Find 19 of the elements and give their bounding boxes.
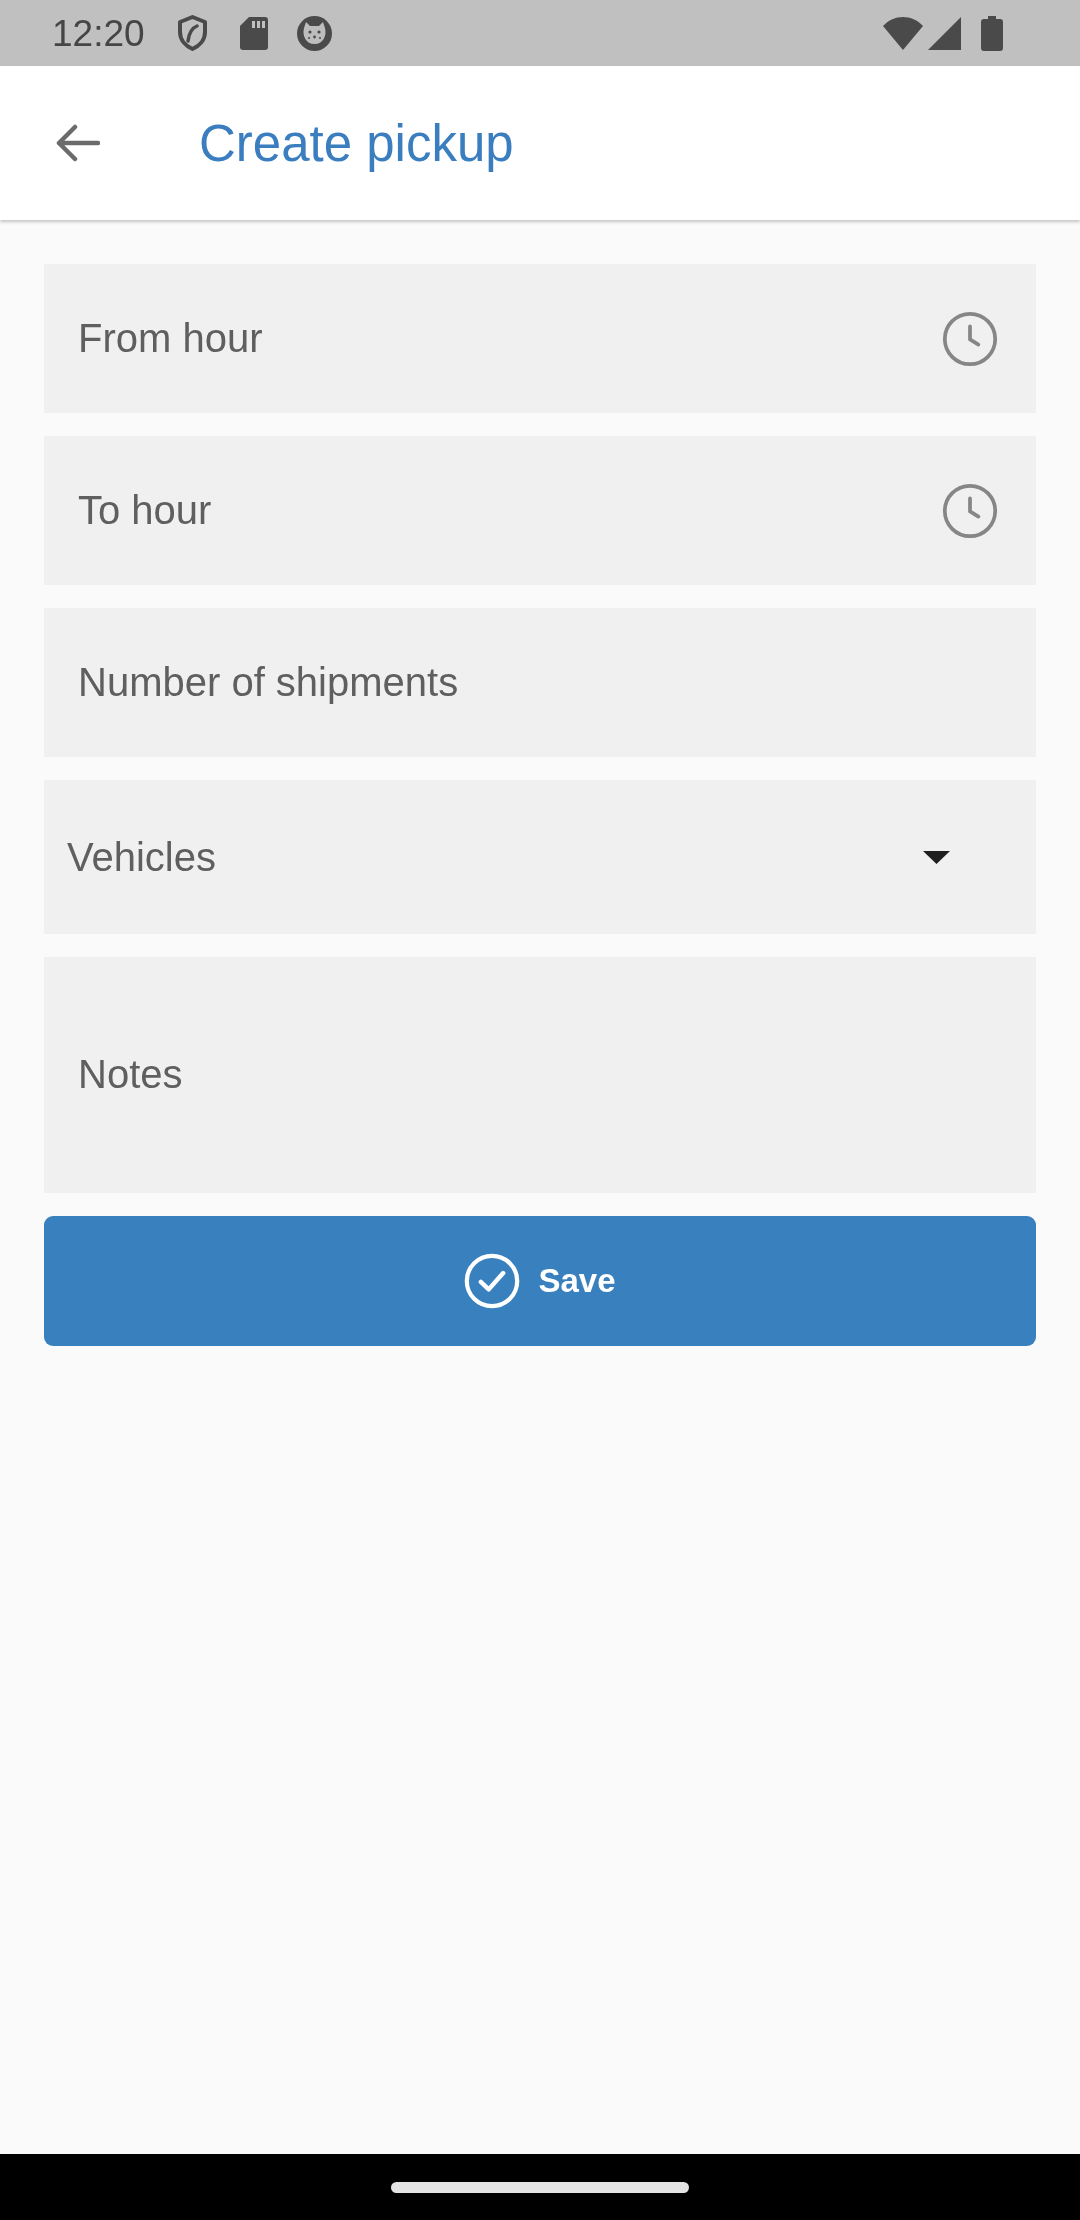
dropdown-field[interactable]: Vehicles [44, 780, 1036, 934]
number-field[interactable]: Number of shipments [44, 608, 1036, 757]
cat-face-icon [296, 15, 332, 51]
sd-card-icon [239, 16, 268, 50]
wifi-icon [883, 16, 923, 50]
signal-icon [928, 16, 961, 50]
check-circle-icon [464, 1253, 521, 1309]
clock-icon [942, 482, 998, 539]
battery-icon [981, 15, 1003, 51]
home-indicator[interactable] [391, 2181, 689, 2193]
time-field[interactable]: To hour [44, 436, 1036, 585]
notes-field[interactable]: Notes [44, 957, 1036, 1193]
time-field[interactable]: From hour [44, 264, 1036, 413]
clock-icon [942, 310, 998, 367]
back-arrow-icon[interactable] [55, 124, 100, 162]
caret-icon [923, 850, 950, 864]
status-time: 12:20 [52, 14, 145, 52]
shield-icon [176, 15, 208, 51]
save-button[interactable]: Save [44, 1216, 1036, 1346]
